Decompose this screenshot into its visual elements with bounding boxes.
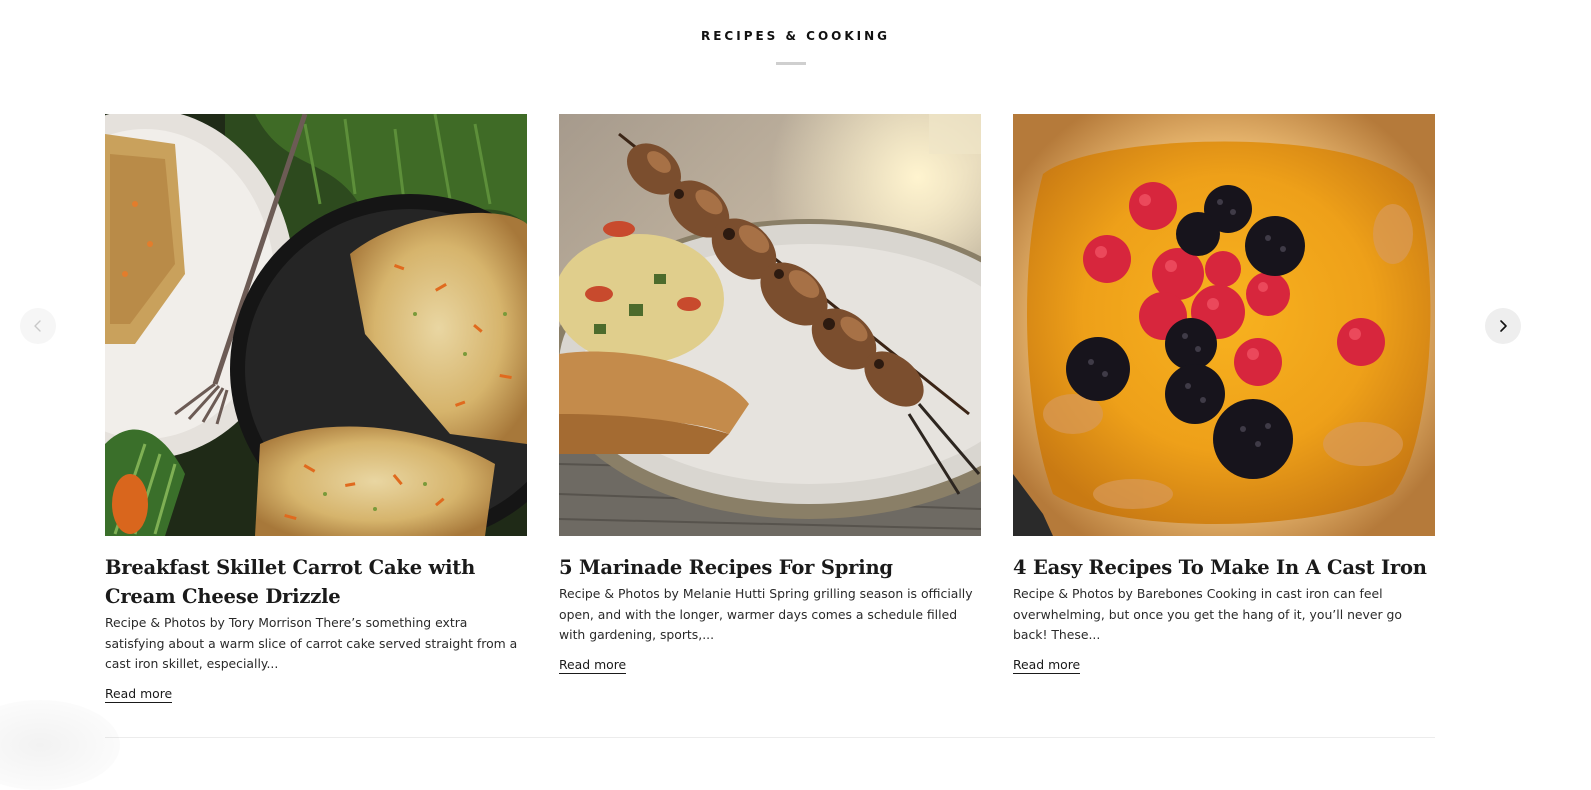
corner-shadow xyxy=(0,700,120,790)
section-bottom-divider xyxy=(105,737,1435,738)
read-more-link[interactable]: Read more xyxy=(559,657,627,674)
recipe-card-image-link[interactable] xyxy=(559,114,981,536)
carrot-cake-skillet-photo xyxy=(105,114,527,536)
read-more-link[interactable]: Read more xyxy=(105,686,173,703)
recipe-card-image-link[interactable] xyxy=(1013,114,1435,536)
title-divider xyxy=(776,62,806,65)
carousel-next-button[interactable] xyxy=(1485,308,1521,344)
recipe-card: 4 Easy Recipes To Make In A Cast Iron Re… xyxy=(1013,114,1435,674)
carousel-prev-button[interactable] xyxy=(20,308,56,344)
recipe-card-excerpt: Recipe & Photos by Melanie Hutti Spring … xyxy=(559,586,973,642)
recipe-card-excerpt: Recipe & Photos by Tory Morrison There’s… xyxy=(105,615,518,671)
chevron-left-icon xyxy=(34,320,41,332)
recipe-card-title[interactable]: 5 Marinade Recipes For Spring xyxy=(559,553,981,582)
grilled-skewer-couscous-photo xyxy=(559,114,981,536)
section-title: RECIPES & COOKING xyxy=(700,29,891,43)
recipe-card: 5 Marinade Recipes For Spring Recipe & P… xyxy=(559,114,981,674)
recipe-card-title[interactable]: Breakfast Skillet Carrot Cake with Cream… xyxy=(105,553,527,611)
chevron-right-icon xyxy=(1500,320,1507,332)
read-more-link[interactable]: Read more xyxy=(1013,657,1081,674)
dutch-baby-berries-photo xyxy=(1013,114,1435,536)
recipe-card-title[interactable]: 4 Easy Recipes To Make In A Cast Iron xyxy=(1013,553,1435,582)
recipe-card: Breakfast Skillet Carrot Cake with Cream… xyxy=(105,114,527,703)
recipe-card-excerpt: Recipe & Photos by Barebones Cooking in … xyxy=(1013,586,1402,642)
recipe-card-image-link[interactable] xyxy=(105,114,527,536)
